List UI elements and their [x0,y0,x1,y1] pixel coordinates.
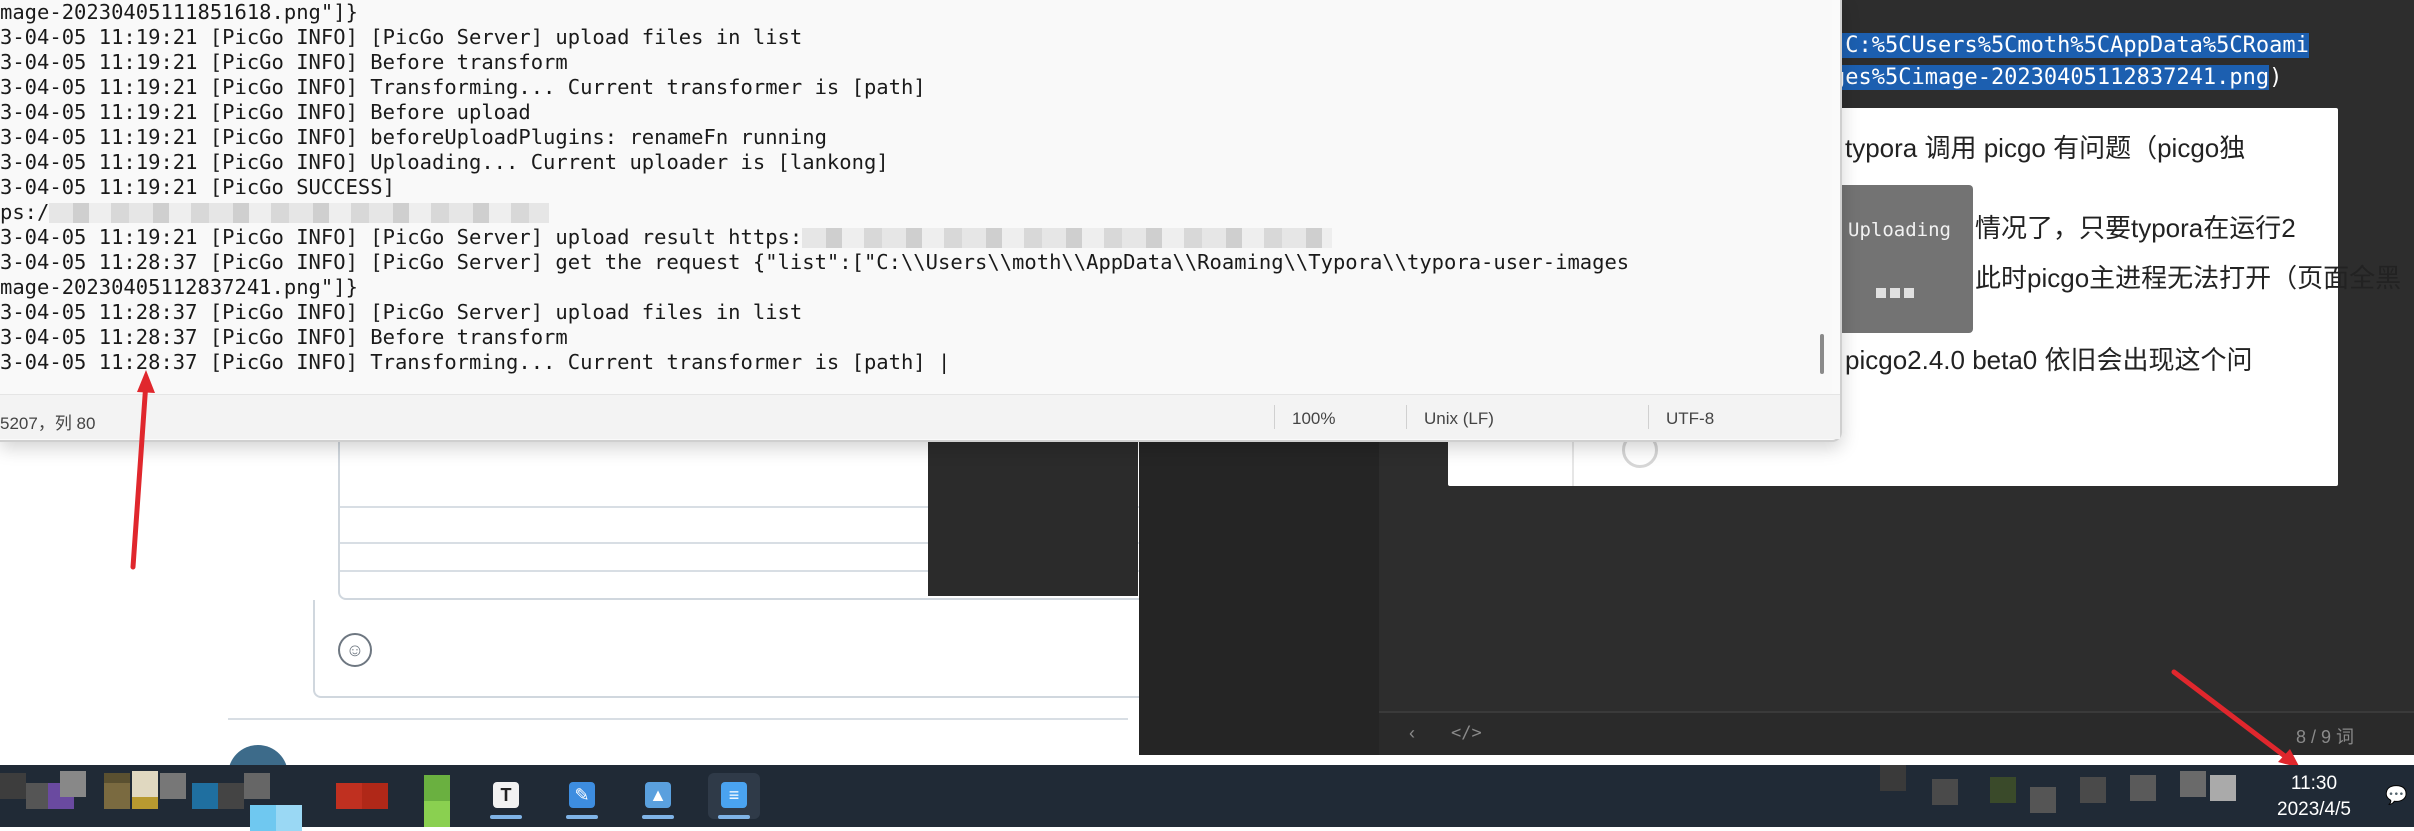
red-arrow-down [2171,669,2293,763]
taskbar-app-notepad[interactable]: ≡ [708,773,760,819]
red-arrow-up [130,379,149,570]
taskbar-app-typora[interactable]: T [480,773,532,819]
notepad-icon: ≡ [721,782,747,808]
photos-icon: ▲ [645,782,671,808]
taskbar-clock[interactable]: 11:30 2023/4/5 [2264,771,2364,823]
running-indicator [566,815,598,819]
running-indicator [642,815,674,819]
clock-time: 11:30 [2290,773,2338,794]
clock-date: 2023/4/5 [2277,799,2351,820]
running-indicator [718,815,750,819]
notification-icon[interactable]: 💬 [2385,785,2409,807]
paint-icon: ✎ [569,782,595,808]
pixelated-taskbar-region [0,765,460,831]
typora-icon: T [493,782,519,808]
taskbar: T ✎ ▲ ≡ 11:30 2023/4/5 💬 [0,765,2414,831]
arrow-head [137,370,155,393]
pixelated-tray-region [1880,765,2236,827]
running-indicator [490,815,522,819]
taskbar-app-photos[interactable]: ▲ [632,773,684,819]
taskbar-app-paint[interactable]: ✎ [556,773,608,819]
annotation-arrows [130,370,2300,768]
